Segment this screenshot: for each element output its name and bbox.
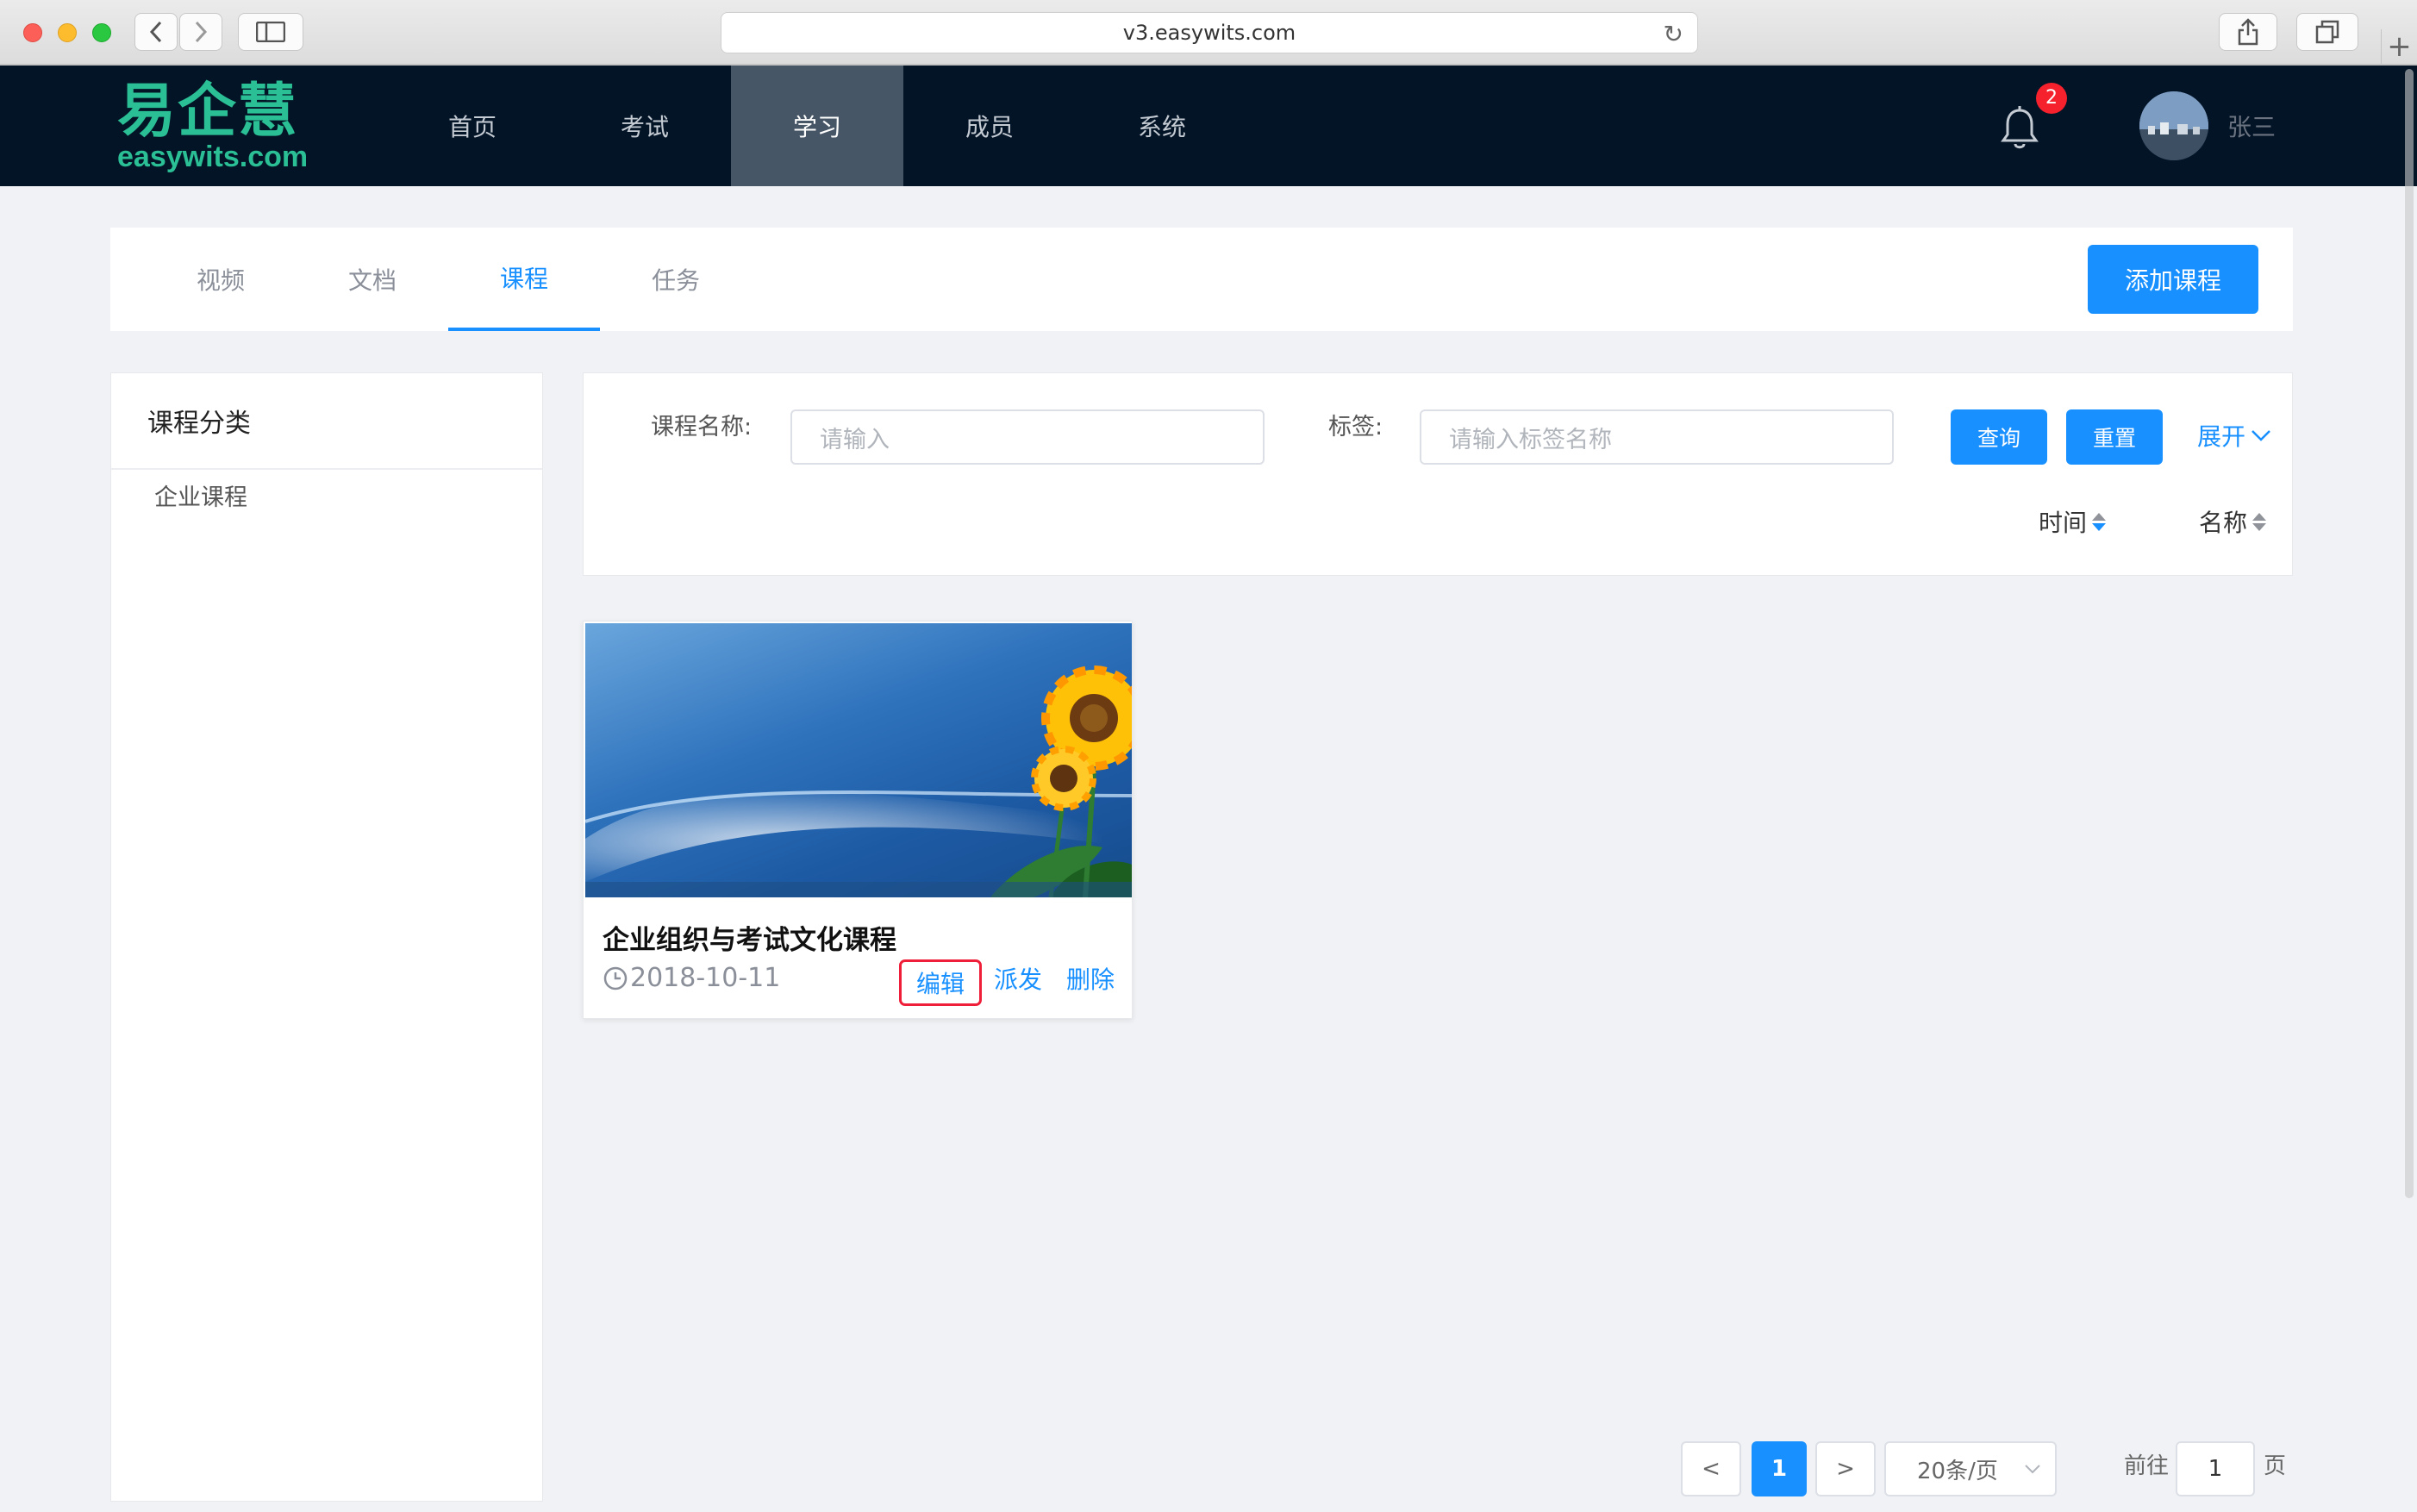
sidebar-item-enterprise-course[interactable]: 企业课程 (111, 470, 542, 512)
tab-video[interactable]: 视频 (145, 228, 297, 331)
course-name-input[interactable]: 请输入 (790, 409, 1265, 465)
expand-toggle[interactable]: 展开 (2197, 418, 2271, 453)
sidebar-title: 课程分类 (111, 373, 542, 470)
sort-icon (2252, 512, 2267, 531)
chevron-down-icon (2251, 430, 2270, 441)
course-date: 2018-10-11 (603, 963, 780, 993)
sort-by-name[interactable]: 名称 (2199, 504, 2267, 539)
page-suffix-label: 页 (2264, 1453, 2287, 1479)
logo[interactable]: 易企慧 easywits.com (117, 79, 315, 174)
nav-item-system[interactable]: 系统 (1076, 66, 1248, 186)
sidebar-icon (256, 22, 285, 42)
page-size-select[interactable]: 20条/页 (1884, 1441, 2057, 1496)
url-text: v3.easywits.com (1122, 21, 1296, 45)
chevron-down-icon (2025, 1465, 2040, 1474)
avatar-image (2139, 91, 2208, 160)
tab-task[interactable]: 任务 (600, 228, 752, 331)
tabs-overview-button[interactable] (2296, 13, 2358, 51)
course-title[interactable]: 企业组织与考试文化课程 (603, 918, 896, 957)
next-page-button[interactable]: > (1815, 1441, 1876, 1496)
tag-label: 标签: (1328, 414, 1383, 440)
tab-document[interactable]: 文档 (297, 228, 448, 331)
sunflower-image (585, 665, 1132, 897)
course-date-text: 2018-10-11 (630, 963, 781, 993)
bell-icon[interactable] (1998, 105, 2041, 152)
nav-item-home[interactable]: 首页 (386, 66, 559, 186)
reload-icon[interactable]: ↻ (1664, 20, 1683, 48)
expand-label: 展开 (2197, 422, 2246, 451)
chevron-left-icon (149, 21, 162, 43)
logo-chinese-text: 易企慧 (117, 78, 299, 146)
goto-label: 前往 (2124, 1453, 2170, 1479)
edit-course-button[interactable]: 编辑 (899, 959, 982, 1006)
main-nav: 首页 考试 学习 成员 系统 (386, 66, 1248, 186)
nav-item-members[interactable]: 成员 (903, 66, 1076, 186)
course-name-label: 课程名称: (651, 414, 753, 440)
sort-icon (2092, 512, 2107, 531)
page-scrollbar[interactable] (2405, 69, 2414, 1198)
minimize-window-button[interactable] (58, 23, 77, 42)
clock-icon (603, 966, 628, 990)
course-card[interactable]: 企业组织与考试文化课程 2018-10-11 编辑 派发 删除 (583, 621, 1133, 1019)
notification-badge: 2 (2036, 83, 2067, 114)
share-icon (2238, 18, 2258, 46)
tabs-icon (2315, 20, 2339, 44)
logo-english-text: easywits.com (117, 141, 309, 173)
sort-time-label: 时间 (2039, 509, 2088, 537)
filter-panel: 课程名称: 请输入 标签: 请输入标签名称 查询 重置 展开 时间 名称 (583, 372, 2293, 576)
nav-item-learning[interactable]: 学习 (731, 66, 903, 186)
page-1-button[interactable]: 1 (1752, 1441, 1807, 1496)
sort-by-time[interactable]: 时间 (2039, 504, 2107, 539)
app-header: 易企慧 easywits.com 首页 考试 学习 成员 系统 2 张三 (0, 66, 2417, 186)
new-tab-button[interactable]: + (2381, 29, 2417, 66)
address-bar[interactable]: v3.easywits.com ↻ (721, 12, 1698, 53)
content-tabs: 视频 文档 课程 任务 添加课程 (110, 228, 2293, 331)
close-window-button[interactable] (23, 23, 42, 42)
browser-toolbar: v3.easywits.com ↻ + (0, 0, 2417, 66)
back-button[interactable] (134, 13, 178, 51)
avatar[interactable] (2139, 91, 2208, 160)
dispatch-course-button[interactable]: 派发 (994, 961, 1042, 996)
sidebar-toggle-button[interactable] (238, 13, 303, 51)
sort-name-label: 名称 (2199, 509, 2248, 537)
tab-course[interactable]: 课程 (448, 228, 600, 331)
tag-input[interactable]: 请输入标签名称 (1420, 409, 1894, 465)
course-thumbnail[interactable] (585, 623, 1132, 897)
forward-button[interactable] (179, 13, 222, 51)
prev-page-button[interactable]: < (1681, 1441, 1741, 1496)
goto-page-input[interactable]: 1 (2176, 1441, 2255, 1496)
page-size-value: 20条/页 (1917, 1458, 1998, 1484)
zoom-window-button[interactable] (92, 23, 111, 42)
chevron-right-icon (195, 21, 208, 43)
add-course-button[interactable]: 添加课程 (2088, 245, 2258, 314)
reset-button[interactable]: 重置 (2066, 409, 2163, 465)
share-button[interactable] (2219, 13, 2277, 51)
category-sidebar: 课程分类 企业课程 (110, 372, 543, 1502)
query-button[interactable]: 查询 (1951, 409, 2047, 465)
delete-course-button[interactable]: 删除 (1066, 961, 1115, 996)
nav-item-exam[interactable]: 考试 (559, 66, 731, 186)
username[interactable]: 张三 (2227, 109, 2276, 143)
